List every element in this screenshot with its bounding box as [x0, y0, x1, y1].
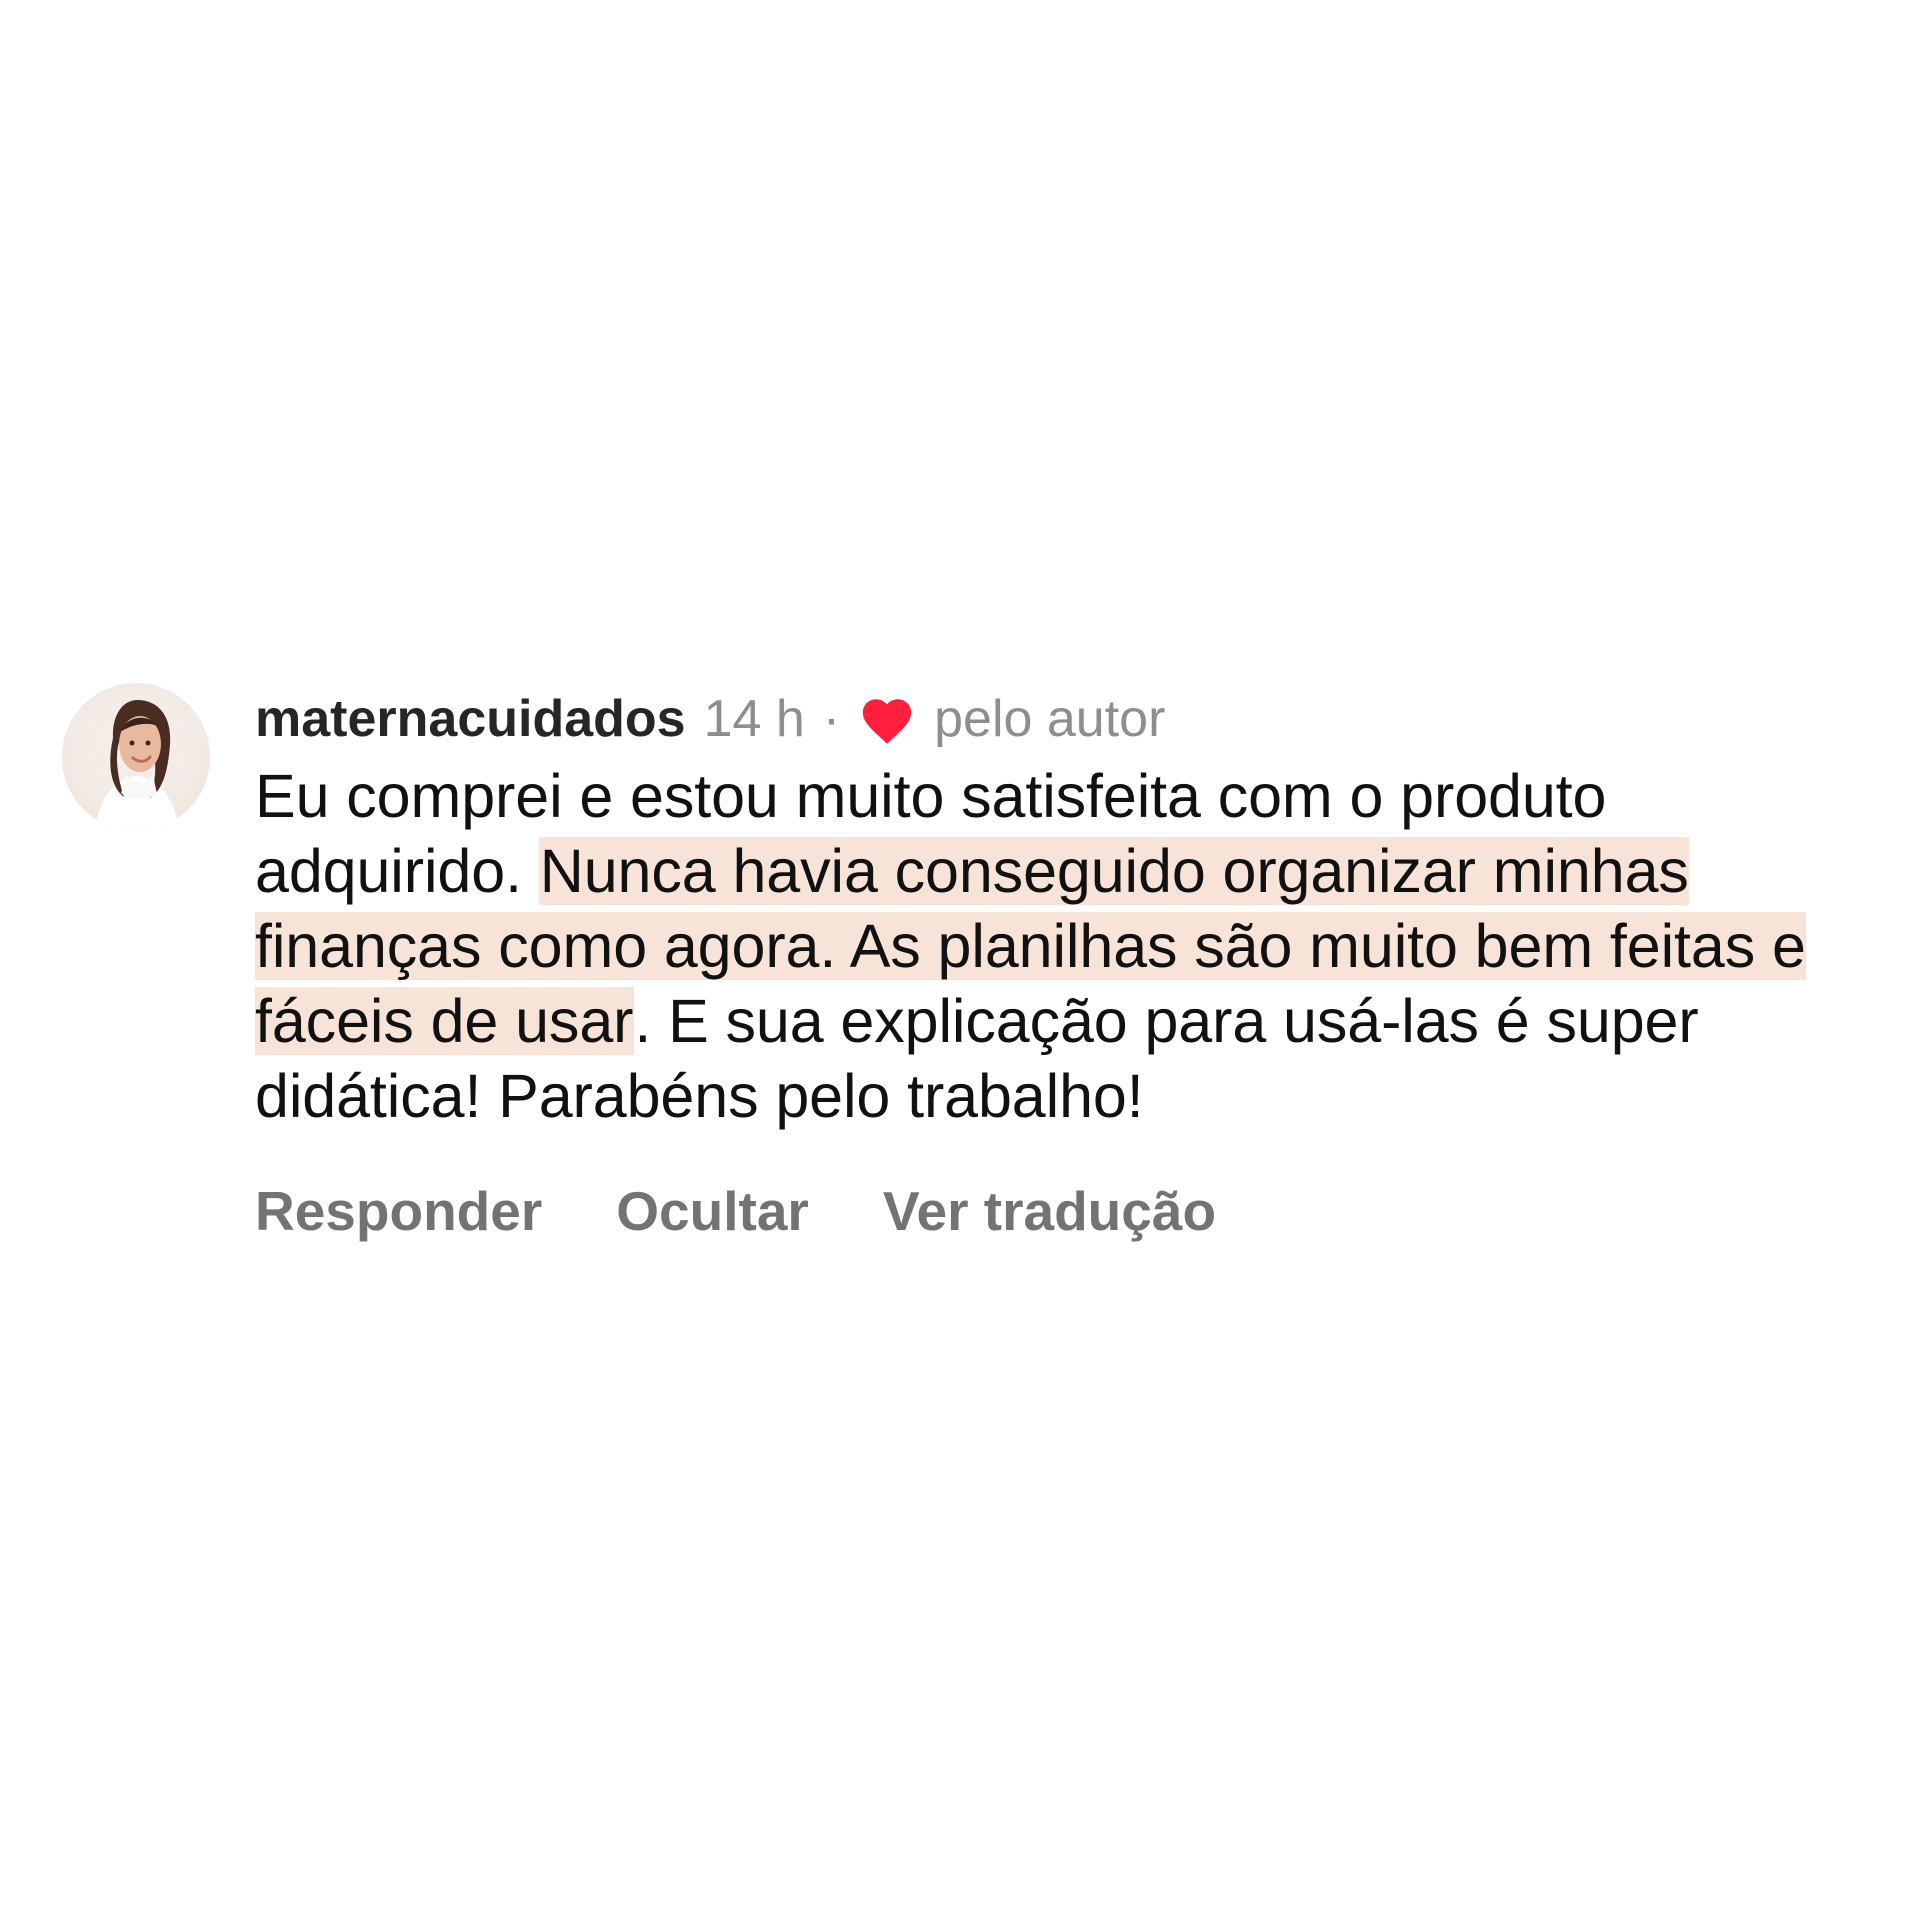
- liked-by-author-label: pelo autor: [934, 690, 1166, 748]
- reply-button[interactable]: Responder: [255, 1176, 542, 1246]
- timestamp: 14 h: [703, 690, 805, 748]
- comment-actions: Responder Ocultar Ver tradução: [255, 1176, 1845, 1246]
- comment-text: Eu comprei e estou muito satisfeita com …: [255, 759, 1845, 1134]
- see-translation-button[interactable]: Ver tradução: [883, 1176, 1216, 1246]
- comment-content: maternacuidados 14 h · pelo autor Eu com…: [255, 683, 1845, 1246]
- separator-dot: ·: [822, 690, 841, 748]
- username-link[interactable]: maternacuidados: [255, 683, 686, 755]
- hide-button[interactable]: Ocultar: [616, 1176, 809, 1246]
- avatar[interactable]: [62, 683, 210, 831]
- comment-meta: maternacuidados 14 h · pelo autor: [255, 683, 1845, 755]
- heart-icon: [858, 692, 916, 750]
